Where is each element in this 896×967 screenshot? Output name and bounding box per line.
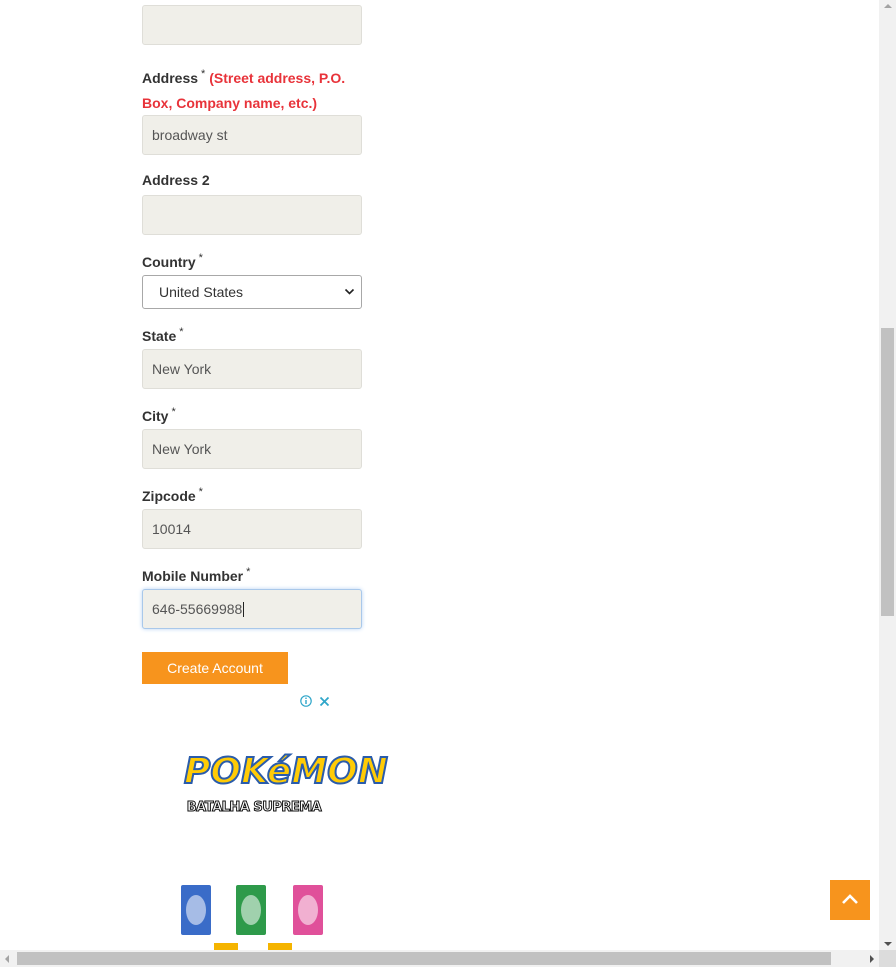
country-label: Country * bbox=[142, 252, 203, 270]
address-note-line1: (Street address, P.O. bbox=[209, 70, 346, 86]
page: Address * (Street address, P.O. Box, Comp… bbox=[0, 0, 879, 950]
ad-subtitle: BATALHA SUPREMA bbox=[186, 800, 322, 816]
required-marker: * bbox=[198, 486, 203, 498]
vertical-scroll-thumb[interactable] bbox=[881, 328, 894, 616]
state-label-text: State bbox=[142, 328, 177, 344]
info-icon[interactable] bbox=[300, 695, 316, 710]
state-label: State * bbox=[142, 326, 184, 344]
state-input[interactable]: New York bbox=[142, 349, 362, 389]
ad-card-image bbox=[181, 885, 211, 935]
city-input[interactable]: New York bbox=[142, 429, 362, 469]
city-label: City * bbox=[142, 406, 176, 424]
previous-field-input[interactable] bbox=[142, 5, 362, 45]
address2-label: Address 2 bbox=[142, 172, 210, 188]
close-icon[interactable] bbox=[319, 695, 330, 710]
zipcode-label-text: Zipcode bbox=[142, 488, 196, 504]
chevron-up-icon bbox=[841, 893, 859, 910]
city-label-text: City bbox=[142, 408, 169, 424]
ad-banner[interactable]: POKéMON BATALHA SUPREMA bbox=[183, 751, 389, 816]
country-selected-value: United States bbox=[159, 284, 244, 300]
pokemon-logo: POKéMON bbox=[183, 751, 389, 793]
ad-card-image bbox=[236, 885, 266, 935]
required-marker: * bbox=[246, 566, 251, 578]
zipcode-input[interactable]: 10014 bbox=[142, 509, 362, 549]
text-caret bbox=[243, 602, 245, 617]
ad-card-image bbox=[268, 943, 292, 950]
mobile-input-value: 646-55669988 bbox=[152, 601, 243, 617]
address-note-line2: Box, Company name, etc.) bbox=[142, 95, 318, 111]
address2-input[interactable] bbox=[142, 195, 362, 235]
required-marker: * bbox=[198, 252, 203, 264]
scroll-down-arrow-icon[interactable] bbox=[884, 942, 892, 946]
address-input[interactable]: broadway st bbox=[142, 115, 362, 155]
back-to-top-button[interactable] bbox=[830, 880, 870, 920]
vertical-scrollbar[interactable] bbox=[879, 0, 896, 950]
address-label-text: Address bbox=[142, 70, 199, 86]
scroll-right-arrow-icon[interactable] bbox=[870, 955, 874, 963]
ad-card-image bbox=[293, 885, 323, 935]
required-marker: * bbox=[201, 68, 206, 80]
mobile-input[interactable]: 646-55669988 bbox=[142, 589, 362, 629]
country-select[interactable]: United States bbox=[142, 275, 362, 309]
required-marker: * bbox=[171, 406, 176, 418]
scrollbar-corner bbox=[879, 950, 896, 967]
required-marker: * bbox=[179, 326, 184, 338]
chevron-down-icon bbox=[344, 276, 355, 321]
address-label: Address * (Street address, P.O. Box, Comp… bbox=[142, 62, 362, 116]
mobile-label: Mobile Number * bbox=[142, 566, 250, 584]
country-label-text: Country bbox=[142, 254, 196, 270]
horizontal-scrollbar[interactable] bbox=[0, 950, 879, 967]
scroll-left-arrow-icon[interactable] bbox=[5, 955, 9, 963]
ad-card-image bbox=[214, 943, 238, 950]
horizontal-scroll-thumb[interactable] bbox=[17, 952, 831, 965]
zipcode-label: Zipcode * bbox=[142, 486, 203, 504]
mobile-label-text: Mobile Number bbox=[142, 568, 244, 584]
ad-choices[interactable] bbox=[300, 695, 333, 710]
scroll-up-arrow-icon[interactable] bbox=[884, 4, 892, 8]
create-account-button[interactable]: Create Account bbox=[142, 652, 288, 684]
address2-label-text: Address 2 bbox=[142, 172, 210, 188]
